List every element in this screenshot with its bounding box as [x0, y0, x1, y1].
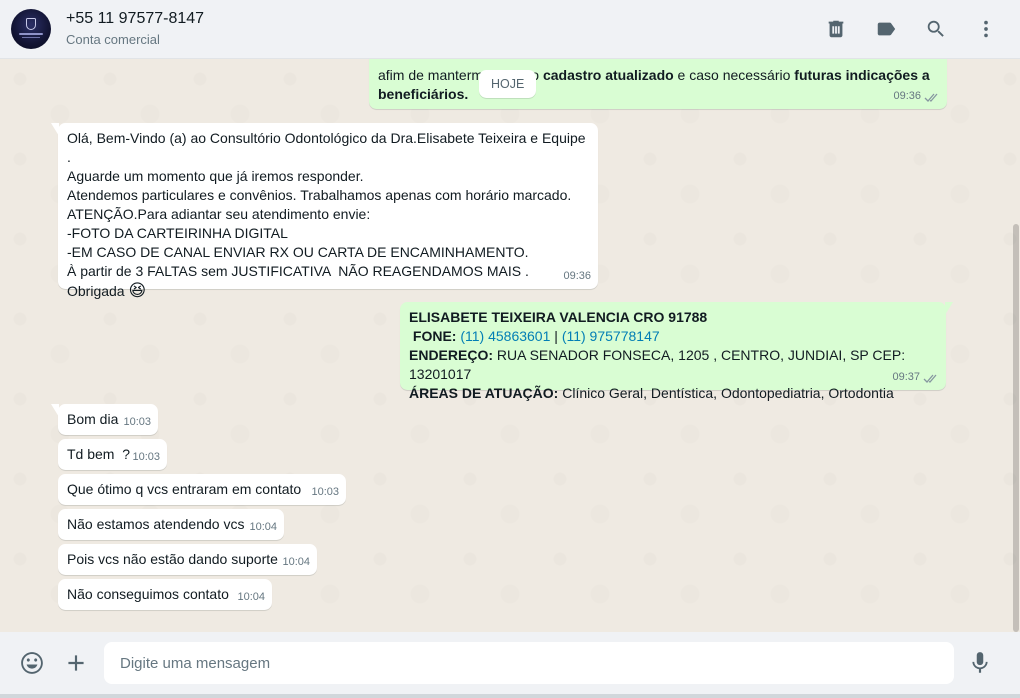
top-msg-line2: beneficiários.: [378, 86, 469, 102]
bottom-border: [0, 694, 1020, 698]
welcome-line-3: Atendemos particulares e convênios. Trab…: [67, 187, 572, 203]
message-text: Que ótimo q vcs entraram em contato: [67, 481, 302, 497]
message-incoming[interactable]: Que ótimo q vcs entraram em contato 10:0…: [58, 474, 346, 505]
emoji-icon: [21, 652, 43, 674]
message-time: 10:04: [282, 556, 310, 568]
message-text: Não conseguimos contato: [67, 586, 229, 602]
search-button[interactable]: [916, 9, 956, 49]
label-icon: [877, 22, 896, 36]
message-incoming[interactable]: Pois vcs não estão dando suporte 10:04: [58, 544, 317, 575]
laughing-emoji-icon: 😆: [128, 281, 147, 300]
message-meta: 09:36: [563, 267, 591, 286]
message-list[interactable]: HOJE afim de mantermos nosso cadastro at…: [0, 59, 1020, 632]
search-icon: [927, 20, 944, 37]
plus-icon: [68, 655, 84, 671]
message-time: 09:37: [892, 371, 920, 383]
message-time: 10:03: [311, 486, 339, 498]
card-phone-link-1[interactable]: (11) 45863601: [460, 328, 550, 344]
top-msg-bold1: cadastro atualizado: [542, 67, 674, 83]
message-composer-bar: [0, 632, 1020, 694]
message-incoming[interactable]: Não conseguimos contato 10:04: [58, 579, 272, 610]
logo-shield-icon: [26, 18, 36, 30]
welcome-line-5: -FOTO DA CARTEIRINHA DIGITAL: [67, 225, 288, 241]
contact-avatar[interactable]: [11, 9, 51, 49]
label-button[interactable]: [866, 9, 906, 49]
card-address-label: ENDEREÇO:: [409, 347, 494, 363]
microphone-icon: [972, 652, 988, 673]
welcome-line-4: ATENÇÃO.Para adiantar seu atendimento en…: [67, 206, 371, 222]
welcome-line-7: À partir de 3 FALTAS sem JUSTIFICATIVA N…: [67, 263, 529, 279]
emoji-button[interactable]: [12, 643, 52, 683]
message-time: 10:03: [123, 416, 151, 428]
message-time: 10:04: [249, 521, 277, 533]
message-meta: 09:36: [893, 87, 940, 106]
double-check-icon: [923, 372, 939, 383]
attach-button[interactable]: [56, 643, 96, 683]
message-time: 09:36: [893, 90, 921, 102]
message-text: Não estamos atendendo vcs: [67, 516, 245, 532]
top-msg-mid2: e caso necessário: [673, 67, 795, 83]
top-msg-bold2: futuras indicações a: [794, 67, 930, 83]
message-input-wrapper: [104, 642, 954, 684]
voice-message-button[interactable]: [960, 643, 1000, 683]
contact-name: +55 11 97577-8147: [66, 9, 205, 27]
message-time: 10:04: [237, 591, 265, 603]
card-phone-separator: |: [554, 328, 558, 344]
message-time: 10:03: [132, 451, 160, 463]
message-text: Td bem ?: [67, 446, 131, 462]
card-areas: Clínico Geral, Dentística, Odontopediatr…: [562, 385, 894, 401]
message-incoming[interactable]: Td bem ? 10:03: [58, 439, 167, 470]
menu-button[interactable]: [966, 9, 1006, 49]
menu-icon: [984, 20, 988, 38]
message-input[interactable]: [120, 654, 954, 672]
header-actions: [806, 9, 1006, 49]
double-check-icon: [924, 91, 940, 102]
message-incoming[interactable]: Bom dia 10:03: [51, 404, 158, 435]
card-phone-link-2[interactable]: (11) 975778147: [562, 328, 660, 344]
card-title: ELISABETE TEIXEIRA VALENCIA CRO 91788: [409, 309, 708, 325]
message-text: Bom dia: [67, 411, 119, 427]
delete-icon: [828, 20, 844, 38]
contact-subtitle: Conta comercial: [66, 31, 160, 47]
message-incoming[interactable]: Não estamos atendendo vcs 10:04: [58, 509, 284, 540]
message-incoming-welcome[interactable]: Olá, Bem-Vindo (a) ao Consultório Odonto…: [51, 123, 598, 300]
contact-info[interactable]: +55 11 97577-8147 Conta comercial: [66, 9, 204, 50]
card-areas-label: ÁREAS DE ATUAÇÃO:: [409, 385, 559, 401]
delete-button[interactable]: [816, 9, 856, 49]
card-phone-label: FONE:: [412, 328, 457, 344]
welcome-line-6: -EM CASO DE CANAL ENVIAR RX OU CARTA DE …: [67, 244, 529, 260]
message-time: 09:36: [563, 270, 591, 282]
message-outgoing-top[interactable]: afim de mantermos nosso cadastro atualiz…: [369, 59, 947, 109]
chat-header: +55 11 97577-8147 Conta comercial: [0, 0, 1020, 59]
date-chip: HOJE: [479, 70, 537, 98]
welcome-line-2: Aguarde um momento que já iremos respond…: [67, 168, 364, 184]
message-text: Pois vcs não estão dando suporte: [67, 551, 278, 567]
chat-scrollbar[interactable]: [1012, 59, 1020, 632]
message-outgoing-card[interactable]: ELISABETE TEIXEIRA VALENCIA CRO 91788 FO…: [400, 302, 953, 401]
welcome-line-1: Olá, Bem-Vindo (a) ao Consultório Odonto…: [67, 130, 590, 165]
message-meta: 09:37: [892, 368, 939, 387]
welcome-line-8: Obrigada: [67, 283, 125, 299]
scrollbar-thumb[interactable]: [1013, 224, 1019, 632]
